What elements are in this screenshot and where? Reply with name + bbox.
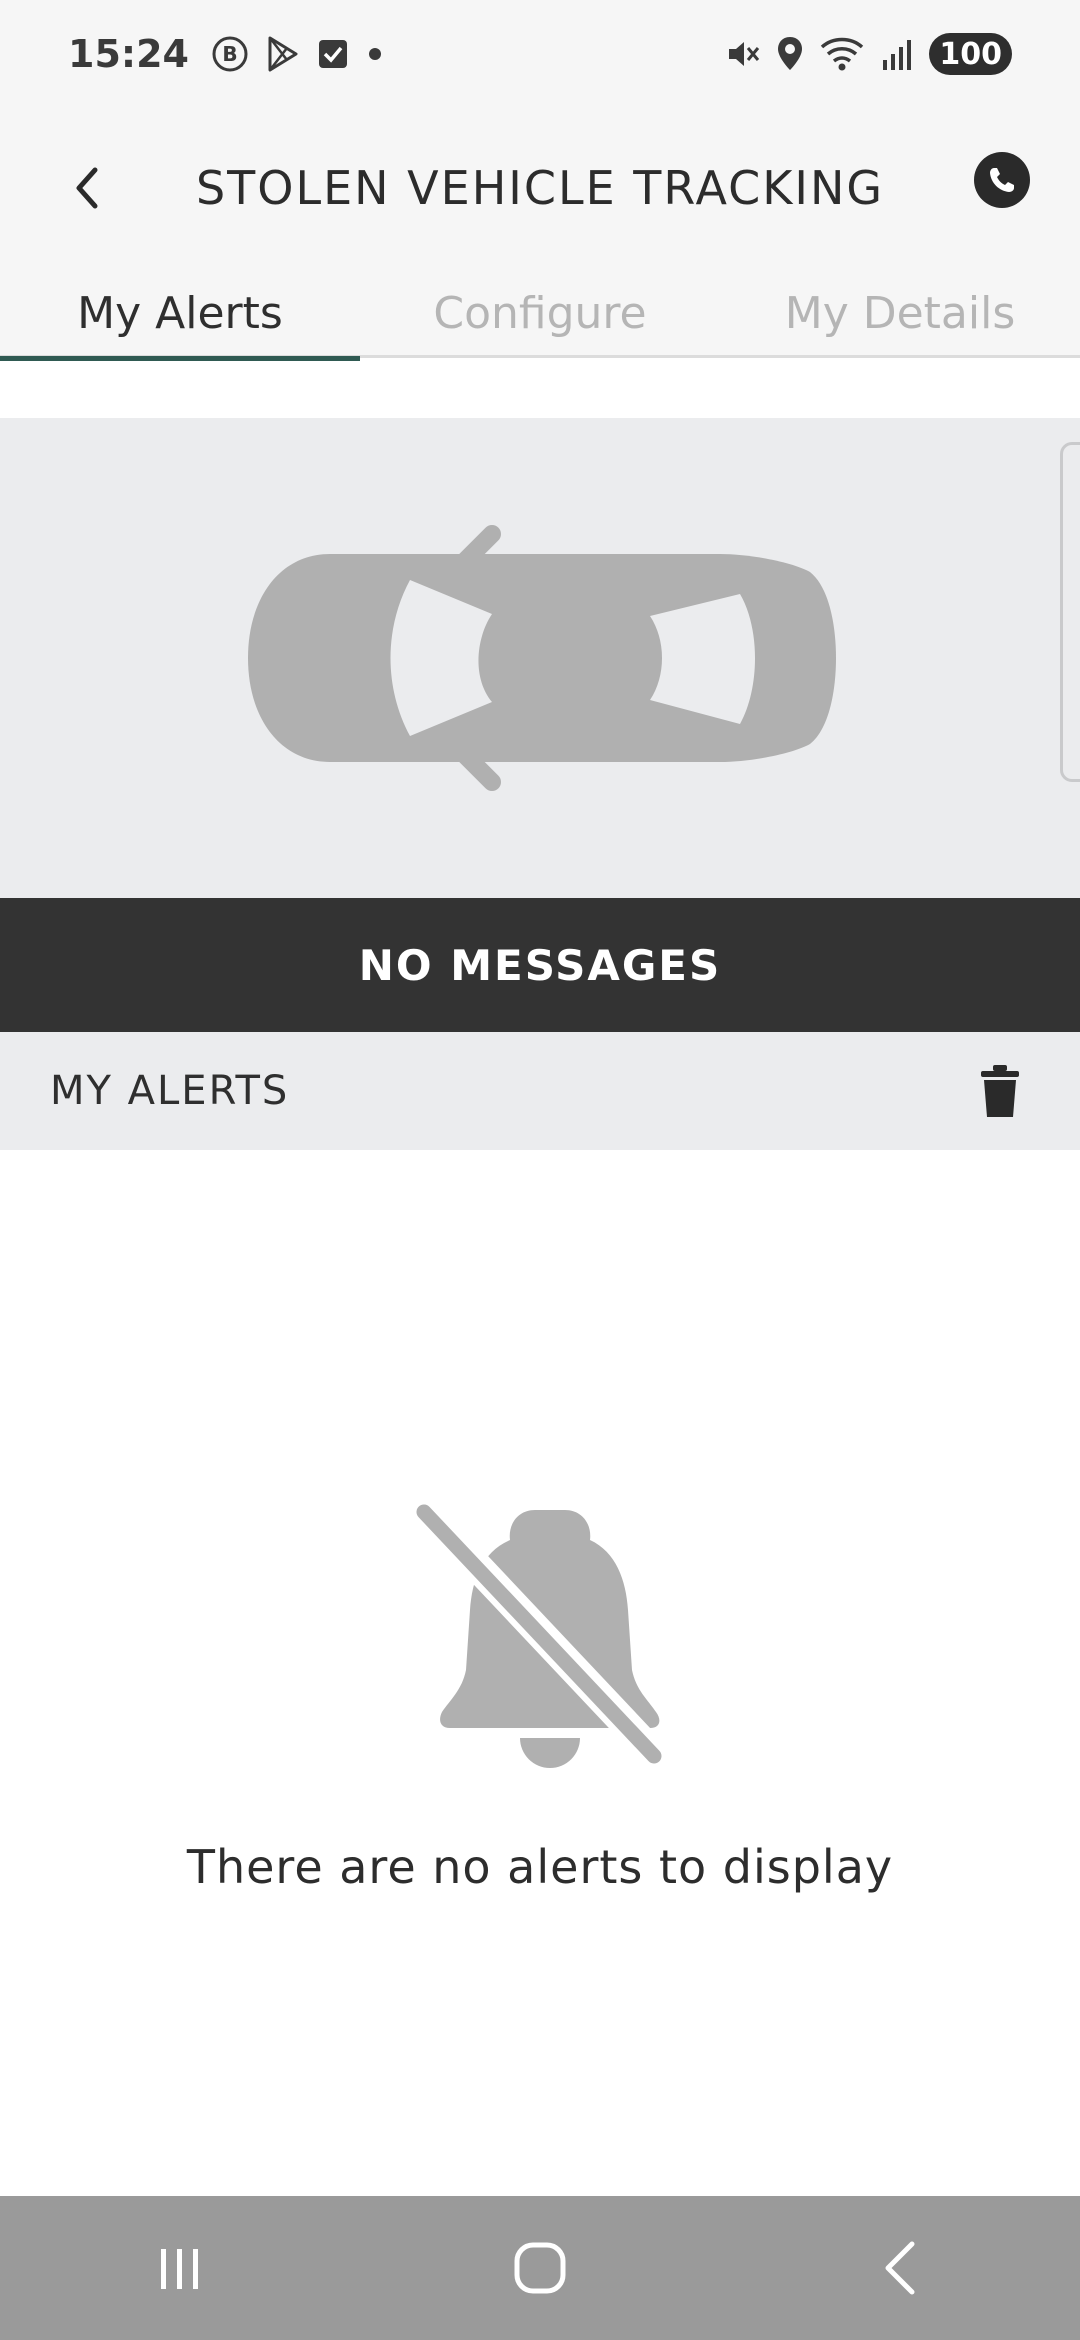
status-right: 100	[725, 33, 1012, 75]
recent-apps-button[interactable]	[120, 2218, 240, 2318]
status-left: 15:24 B	[68, 32, 385, 76]
tab-my-alerts[interactable]: My Alerts	[0, 268, 360, 361]
checkbox-icon	[317, 37, 349, 71]
app-header: STOLEN VEHICLE TRACKING My Alerts Config…	[0, 108, 1080, 361]
vehicle-illustration-panel	[0, 418, 1080, 898]
empty-state-message: There are no alerts to display	[186, 1840, 894, 1894]
trash-icon	[981, 1065, 1019, 1117]
system-back-button[interactable]	[840, 2218, 960, 2318]
dot-icon	[365, 44, 385, 64]
call-button[interactable]	[974, 152, 1030, 208]
no-messages-label: NO MESSAGES	[358, 940, 722, 990]
mute-icon	[725, 36, 761, 72]
wifi-icon	[819, 35, 865, 73]
home-icon	[514, 2242, 566, 2294]
delete-alerts-button[interactable]	[970, 1056, 1030, 1126]
car-top-view-icon	[248, 525, 836, 791]
play-store-icon	[265, 35, 301, 73]
no-messages-banner: NO MESSAGES	[0, 898, 1080, 1032]
status-time: 15:24	[68, 32, 189, 76]
tab-bar: My Alerts Configure My Details	[0, 268, 1080, 361]
side-drawer-handle[interactable]	[1060, 442, 1080, 782]
signal-icon	[879, 36, 915, 72]
system-nav-bar	[0, 2196, 1080, 2340]
alerts-section-title: MY ALERTS	[50, 1068, 290, 1114]
tab-my-details[interactable]: My Details	[720, 268, 1080, 358]
home-button[interactable]	[480, 2218, 600, 2318]
battery-indicator: 100	[929, 33, 1012, 75]
tab-configure[interactable]: Configure	[360, 268, 720, 358]
phone-icon	[990, 168, 1014, 192]
bentley-b-icon: B	[211, 35, 249, 73]
location-icon	[775, 35, 805, 73]
recent-apps-icon	[161, 2249, 198, 2289]
alerts-empty-state: There are no alerts to display	[0, 1150, 1080, 2196]
svg-text:B: B	[222, 42, 237, 66]
bell-off-icon	[410, 1500, 669, 1769]
back-icon	[885, 2241, 915, 2295]
status-bar: 15:24 B 100	[0, 0, 1080, 108]
screen: 15:24 B 100 STOLEN VEHICLE TRACKING My A…	[0, 0, 1080, 2340]
alerts-section-header: MY ALERTS	[0, 1032, 1080, 1150]
page-title: STOLEN VEHICLE TRACKING	[195, 161, 885, 215]
